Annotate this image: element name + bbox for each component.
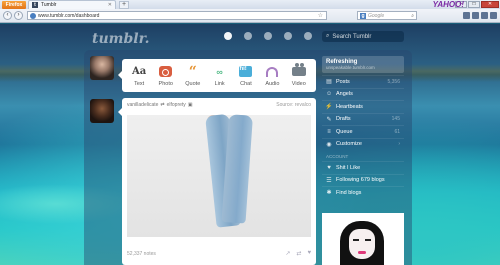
drafts-icon: ✎ bbox=[326, 116, 332, 123]
site-identity-icon[interactable] bbox=[30, 12, 36, 19]
forward-button[interactable]: › bbox=[14, 11, 23, 20]
firefox-menu-button[interactable]: Firefox bbox=[2, 0, 26, 9]
followers-icon: ☺ bbox=[325, 91, 333, 98]
radar-featured-image[interactable] bbox=[322, 213, 404, 265]
post-type-audio[interactable]: Audio bbox=[265, 65, 279, 87]
account-icon[interactable] bbox=[304, 32, 312, 40]
source-link[interactable]: Source: revalco bbox=[276, 102, 311, 108]
back-button[interactable]: ‹ bbox=[3, 11, 12, 20]
search-engine-icon[interactable]: g bbox=[360, 12, 366, 19]
new-tab-button[interactable]: + bbox=[119, 0, 129, 9]
account-section-label: ACCOUNT bbox=[326, 154, 349, 159]
yahoo-logo: YAHOO! bbox=[432, 0, 464, 9]
blog-url: unspeakable.tumblr.com bbox=[326, 65, 375, 70]
post-type-text[interactable]: Aa Text bbox=[132, 65, 146, 87]
illustration-eye-right bbox=[365, 239, 371, 241]
header-nav-icons bbox=[224, 32, 312, 40]
like-heart-icon[interactable]: ♥ bbox=[307, 250, 311, 257]
sidebar-item-queue[interactable]: ≡ Queue 61 bbox=[322, 125, 404, 138]
illustration-lips bbox=[358, 251, 366, 254]
share-icon[interactable]: ↗ bbox=[285, 250, 290, 257]
follow-icon[interactable]: ▣ bbox=[188, 102, 193, 108]
post-header: vanilladelicate ⇄ elfoprety ▣ Source: re… bbox=[127, 102, 311, 108]
video-camera-icon bbox=[291, 63, 306, 76]
address-bar[interactable]: www.tumblr.com/dashboard ☆ bbox=[27, 11, 327, 20]
reblog-button-icon[interactable]: ⇄ bbox=[296, 250, 301, 257]
bookmark-star-icon[interactable]: ☆ bbox=[318, 12, 323, 19]
sidebar-item-drafts[interactable]: ✎ Drafts 145 bbox=[322, 112, 404, 126]
home-icon[interactable] bbox=[472, 12, 479, 19]
post-type-quote[interactable]: “ Quote bbox=[185, 63, 200, 87]
sidebar-item-posts[interactable]: ▤ Posts 5,356 bbox=[322, 75, 404, 88]
illustration-face bbox=[349, 229, 375, 259]
inbox-icon[interactable] bbox=[264, 32, 272, 40]
post-type-video[interactable]: Video bbox=[291, 63, 306, 87]
search-icon: ⌕ bbox=[326, 33, 330, 39]
search-icon[interactable]: ⌕ bbox=[411, 13, 414, 19]
heart-icon: ♥ bbox=[327, 164, 331, 171]
browser-titlebar: Firefox t Tumblr ✕ + – □ ✕ bbox=[0, 0, 500, 9]
browser-tab[interactable]: t Tumblr ✕ bbox=[28, 0, 116, 9]
reblog-icon: ⇄ bbox=[160, 102, 165, 108]
illustration-eye-left bbox=[353, 239, 359, 241]
link-icon: ∞ bbox=[216, 66, 223, 77]
camera-icon bbox=[159, 66, 173, 77]
sidebar-item-following[interactable]: ☰ Following 679 blogs bbox=[322, 173, 404, 187]
reblog-source-link[interactable]: elfoprety bbox=[167, 102, 186, 108]
post-type-link[interactable]: ∞ Link bbox=[213, 65, 227, 87]
post-type-chat[interactable]: hi! Chat bbox=[239, 65, 253, 87]
sidebar-item-likes[interactable]: ♥ Shit I Like bbox=[322, 161, 404, 174]
post-actions: ↗ ⇄ ♥ bbox=[285, 250, 311, 257]
dashboard-sidebar: Refreshing unspeakable.tumblr.com ▤ Post… bbox=[322, 56, 404, 265]
sidebar-item-find-blogs[interactable]: ✱ Find blogs bbox=[322, 186, 404, 199]
tumblr-favicon-icon: t bbox=[32, 2, 38, 8]
post-photo[interactable] bbox=[127, 113, 311, 237]
menu-icon[interactable] bbox=[490, 12, 497, 19]
search-placeholder: Google bbox=[368, 12, 385, 19]
sidebar-item-customize[interactable]: ◉ Customize › bbox=[322, 137, 404, 151]
browser-search-input[interactable]: g Google ⌕ bbox=[357, 11, 417, 20]
maximize-button[interactable]: □ bbox=[468, 1, 480, 8]
post-author-avatar[interactable] bbox=[90, 99, 114, 123]
sidebar-item-angels[interactable]: ☺ Angels bbox=[322, 87, 404, 101]
text-icon: Aa bbox=[132, 66, 147, 77]
chat-icon: hi! bbox=[239, 66, 253, 77]
posts-icon: ▤ bbox=[326, 79, 332, 86]
dashboard-icon[interactable] bbox=[224, 32, 232, 40]
quote-icon: “ bbox=[188, 63, 197, 80]
tab-title: Tumblr bbox=[41, 2, 57, 8]
customize-eye-icon: ◉ bbox=[326, 141, 332, 148]
activity-icon[interactable] bbox=[284, 32, 292, 40]
url-text: www.tumblr.com/dashboard bbox=[38, 12, 100, 19]
activity-bolt-icon: ⚡ bbox=[325, 104, 333, 111]
post-type-bar: Aa Text Photo “ Quote ∞ Link hi! Chat Au… bbox=[118, 59, 316, 92]
tumblr-search-placeholder: Search Tumblr bbox=[332, 33, 372, 40]
explore-icon[interactable] bbox=[244, 32, 252, 40]
downloads-icon[interactable] bbox=[463, 12, 470, 19]
post-type-photo[interactable]: Photo bbox=[159, 65, 173, 87]
following-icon: ☰ bbox=[326, 177, 332, 184]
toolbar-icons bbox=[463, 12, 497, 19]
post-author-link[interactable]: vanilladelicate bbox=[127, 102, 158, 108]
addon-icon[interactable] bbox=[481, 12, 488, 19]
find-blogs-icon: ✱ bbox=[326, 190, 332, 197]
tab-close-icon[interactable]: ✕ bbox=[108, 2, 112, 8]
post-footer: 52,337 notes ↗ ⇄ ♥ bbox=[127, 250, 311, 257]
sidebar-item-heartbeats[interactable]: ⚡ Heartbeats bbox=[322, 100, 404, 113]
user-avatar[interactable] bbox=[90, 56, 114, 80]
headphones-icon bbox=[266, 66, 279, 77]
tumblr-logo[interactable]: tumblr. bbox=[92, 31, 150, 47]
navigation-toolbar: ‹ › www.tumblr.com/dashboard ☆ g Google … bbox=[0, 0, 500, 23]
queue-icon: ≡ bbox=[327, 128, 331, 135]
tumblr-search-input[interactable]: ⌕ Search Tumblr bbox=[322, 31, 404, 42]
notes-count[interactable]: 52,337 notes bbox=[127, 251, 156, 257]
jeans-photo-content bbox=[205, 113, 261, 228]
blog-selector[interactable]: Refreshing unspeakable.tumblr.com bbox=[322, 56, 404, 73]
dashboard-post: vanilladelicate ⇄ elfoprety ▣ Source: re… bbox=[118, 98, 316, 265]
close-window-button[interactable]: ✕ bbox=[481, 1, 499, 8]
